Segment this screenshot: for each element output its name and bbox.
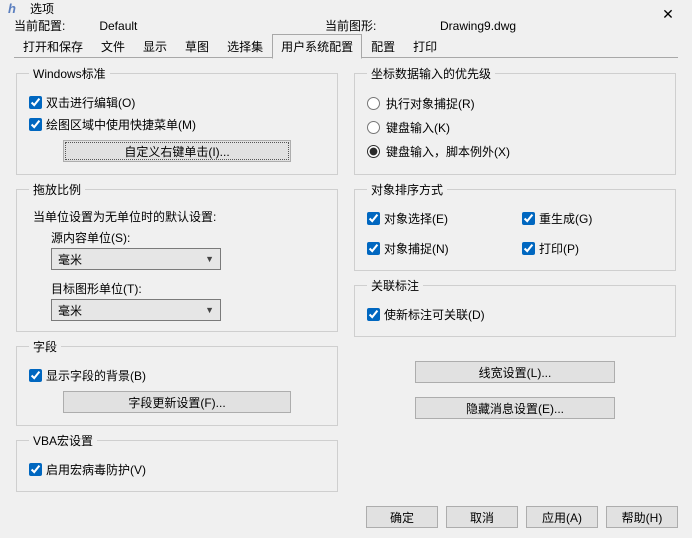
current-profile-value: Default <box>99 19 137 33</box>
checkbox-sort-print-label: 打印(P) <box>539 240 579 257</box>
ok-button[interactable]: 确定 <box>366 506 438 528</box>
drag-scale-desc: 当单位设置为无单位时的默认设置: <box>33 208 325 225</box>
group-sort-legend: 对象排序方式 <box>367 181 447 198</box>
dst-unit-label: 目标图形单位(T): <box>51 280 325 297</box>
checkbox-vba-protection[interactable]: 启用宏病毒防护(V) <box>29 459 325 479</box>
checkbox-sort-regen-label: 重生成(G) <box>539 210 592 227</box>
checkbox-assoc-dim-label: 使新标注可关联(D) <box>384 306 485 323</box>
group-vba: VBA宏设置 启用宏病毒防护(V) <box>16 432 338 492</box>
tab-user-system[interactable]: 用户系统配置 <box>272 34 362 59</box>
tab-profiles[interactable]: 配置 <box>362 34 404 58</box>
group-assoc-dim: 关联标注 使新标注可关联(D) <box>354 277 676 337</box>
checkbox-context-menu-input[interactable] <box>29 118 42 131</box>
dst-unit-combo[interactable]: 毫米 ▼ <box>51 299 221 321</box>
tab-display[interactable]: 显示 <box>134 34 176 58</box>
checkbox-sort-print-input[interactable] <box>522 242 535 255</box>
tab-print[interactable]: 打印 <box>404 34 446 58</box>
checkbox-sort-regen[interactable]: 重生成(G) <box>522 208 663 228</box>
checkbox-sort-snap[interactable]: 对象捕捉(N) <box>367 238 508 258</box>
button-hidden-message-settings[interactable]: 隐藏消息设置(E)... <box>415 397 615 419</box>
checkbox-field-bg[interactable]: 显示字段的背景(B) <box>29 365 325 385</box>
radio-object-snap-label: 执行对象捕捉(R) <box>386 95 475 112</box>
checkbox-field-bg-input[interactable] <box>29 369 42 382</box>
group-coord-priority-legend: 坐标数据输入的优先级 <box>367 65 495 82</box>
current-drawing-value: Drawing9.dwg <box>440 19 516 33</box>
button-rightclick-customize[interactable]: 自定义右键单击(I)... <box>63 140 291 162</box>
checkbox-dblclick-edit-input[interactable] <box>29 96 42 109</box>
group-windows-standard: Windows标准 双击进行编辑(O) 绘图区域中使用快捷菜单(M) 自定义右键… <box>16 65 338 175</box>
radio-keyboard-except-script-input[interactable] <box>367 145 380 158</box>
current-profile-label: 当前配置: <box>14 17 65 34</box>
group-drag-scale-legend: 拖放比例 <box>29 181 85 198</box>
src-unit-combo[interactable]: 毫米 ▼ <box>51 248 221 270</box>
checkbox-sort-snap-label: 对象捕捉(N) <box>384 240 449 257</box>
group-coord-priority: 坐标数据输入的优先级 执行对象捕捉(R) 键盘输入(K) 键盘输入，脚本例外(X… <box>354 65 676 175</box>
chevron-down-icon: ▼ <box>205 305 214 315</box>
src-unit-value: 毫米 <box>58 251 82 268</box>
radio-object-snap-input[interactable] <box>367 97 380 110</box>
button-lineweight-settings[interactable]: 线宽设置(L)... <box>415 361 615 383</box>
checkbox-sort-snap-input[interactable] <box>367 242 380 255</box>
tab-strip: 打开和保存 文件 显示 草图 选择集 用户系统配置 配置 打印 <box>0 36 692 58</box>
dst-unit-value: 毫米 <box>58 302 82 319</box>
group-fields: 字段 显示字段的背景(B) 字段更新设置(F)... <box>16 338 338 426</box>
group-assoc-dim-legend: 关联标注 <box>367 277 423 294</box>
group-vba-legend: VBA宏设置 <box>29 432 97 449</box>
checkbox-vba-protection-input[interactable] <box>29 463 42 476</box>
radio-keyboard-label: 键盘输入(K) <box>386 119 450 136</box>
cancel-button[interactable]: 取消 <box>446 506 518 528</box>
radio-keyboard-except-script-label: 键盘输入，脚本例外(X) <box>386 143 510 160</box>
checkbox-sort-print[interactable]: 打印(P) <box>522 238 663 258</box>
checkbox-assoc-dim-input[interactable] <box>367 308 380 321</box>
checkbox-sort-select-input[interactable] <box>367 212 380 225</box>
checkbox-sort-regen-input[interactable] <box>522 212 535 225</box>
checkbox-vba-protection-label: 启用宏病毒防护(V) <box>46 461 146 478</box>
tab-selection[interactable]: 选择集 <box>218 34 272 58</box>
button-field-update-settings[interactable]: 字段更新设置(F)... <box>63 391 291 413</box>
group-fields-legend: 字段 <box>29 338 61 355</box>
radio-keyboard-except-script[interactable]: 键盘输入，脚本例外(X) <box>367 140 663 162</box>
group-windows-standard-legend: Windows标准 <box>29 65 110 82</box>
checkbox-context-menu[interactable]: 绘图区域中使用快捷菜单(M) <box>29 114 325 134</box>
checkbox-context-menu-label: 绘图区域中使用快捷菜单(M) <box>46 116 196 133</box>
current-drawing-label: 当前图形: <box>325 17 376 34</box>
src-unit-label: 源内容单位(S): <box>51 229 325 246</box>
group-drag-scale: 拖放比例 当单位设置为无单位时的默认设置: 源内容单位(S): 毫米 ▼ 目标图… <box>16 181 338 332</box>
radio-keyboard[interactable]: 键盘输入(K) <box>367 116 663 138</box>
checkbox-dblclick-edit[interactable]: 双击进行编辑(O) <box>29 92 325 112</box>
radio-object-snap[interactable]: 执行对象捕捉(R) <box>367 92 663 114</box>
help-button[interactable]: 帮助(H) <box>606 506 678 528</box>
radio-keyboard-input[interactable] <box>367 121 380 134</box>
window-title: 选项 <box>30 0 54 17</box>
checkbox-field-bg-label: 显示字段的背景(B) <box>46 367 146 384</box>
checkbox-dblclick-edit-label: 双击进行编辑(O) <box>46 94 135 111</box>
group-sort: 对象排序方式 对象选择(E) 重生成(G) 对象捕捉(N) <box>354 181 676 271</box>
apply-button[interactable]: 应用(A) <box>526 506 598 528</box>
tab-open-save[interactable]: 打开和保存 <box>14 34 92 58</box>
checkbox-sort-select[interactable]: 对象选择(E) <box>367 208 508 228</box>
app-icon: h <box>8 1 24 17</box>
checkbox-assoc-dim[interactable]: 使新标注可关联(D) <box>367 304 663 324</box>
tab-draft[interactable]: 草图 <box>176 34 218 58</box>
chevron-down-icon: ▼ <box>205 254 214 264</box>
checkbox-sort-select-label: 对象选择(E) <box>384 210 448 227</box>
tab-file[interactable]: 文件 <box>92 34 134 58</box>
